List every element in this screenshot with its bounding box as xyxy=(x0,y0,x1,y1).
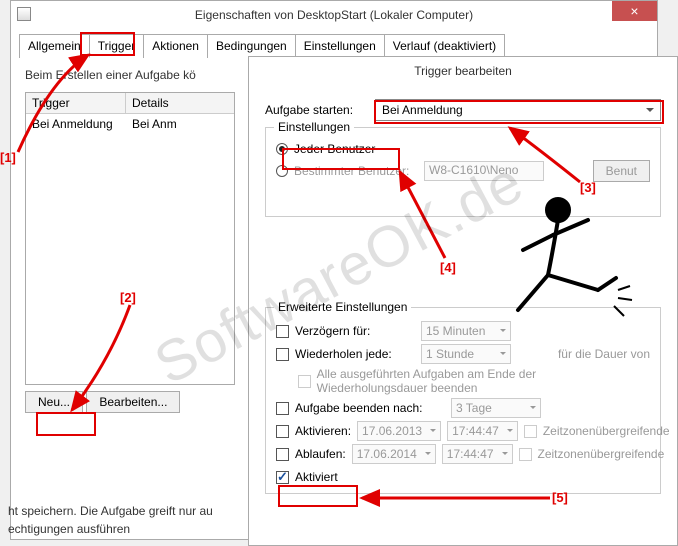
annotation-arrows xyxy=(0,0,678,546)
annotation-3: [3] xyxy=(580,180,596,195)
annotation-2: [2] xyxy=(120,290,136,305)
annotation-5: [5] xyxy=(552,490,568,505)
annotation-1: [1] xyxy=(0,150,16,165)
annotation-4: [4] xyxy=(440,260,456,275)
